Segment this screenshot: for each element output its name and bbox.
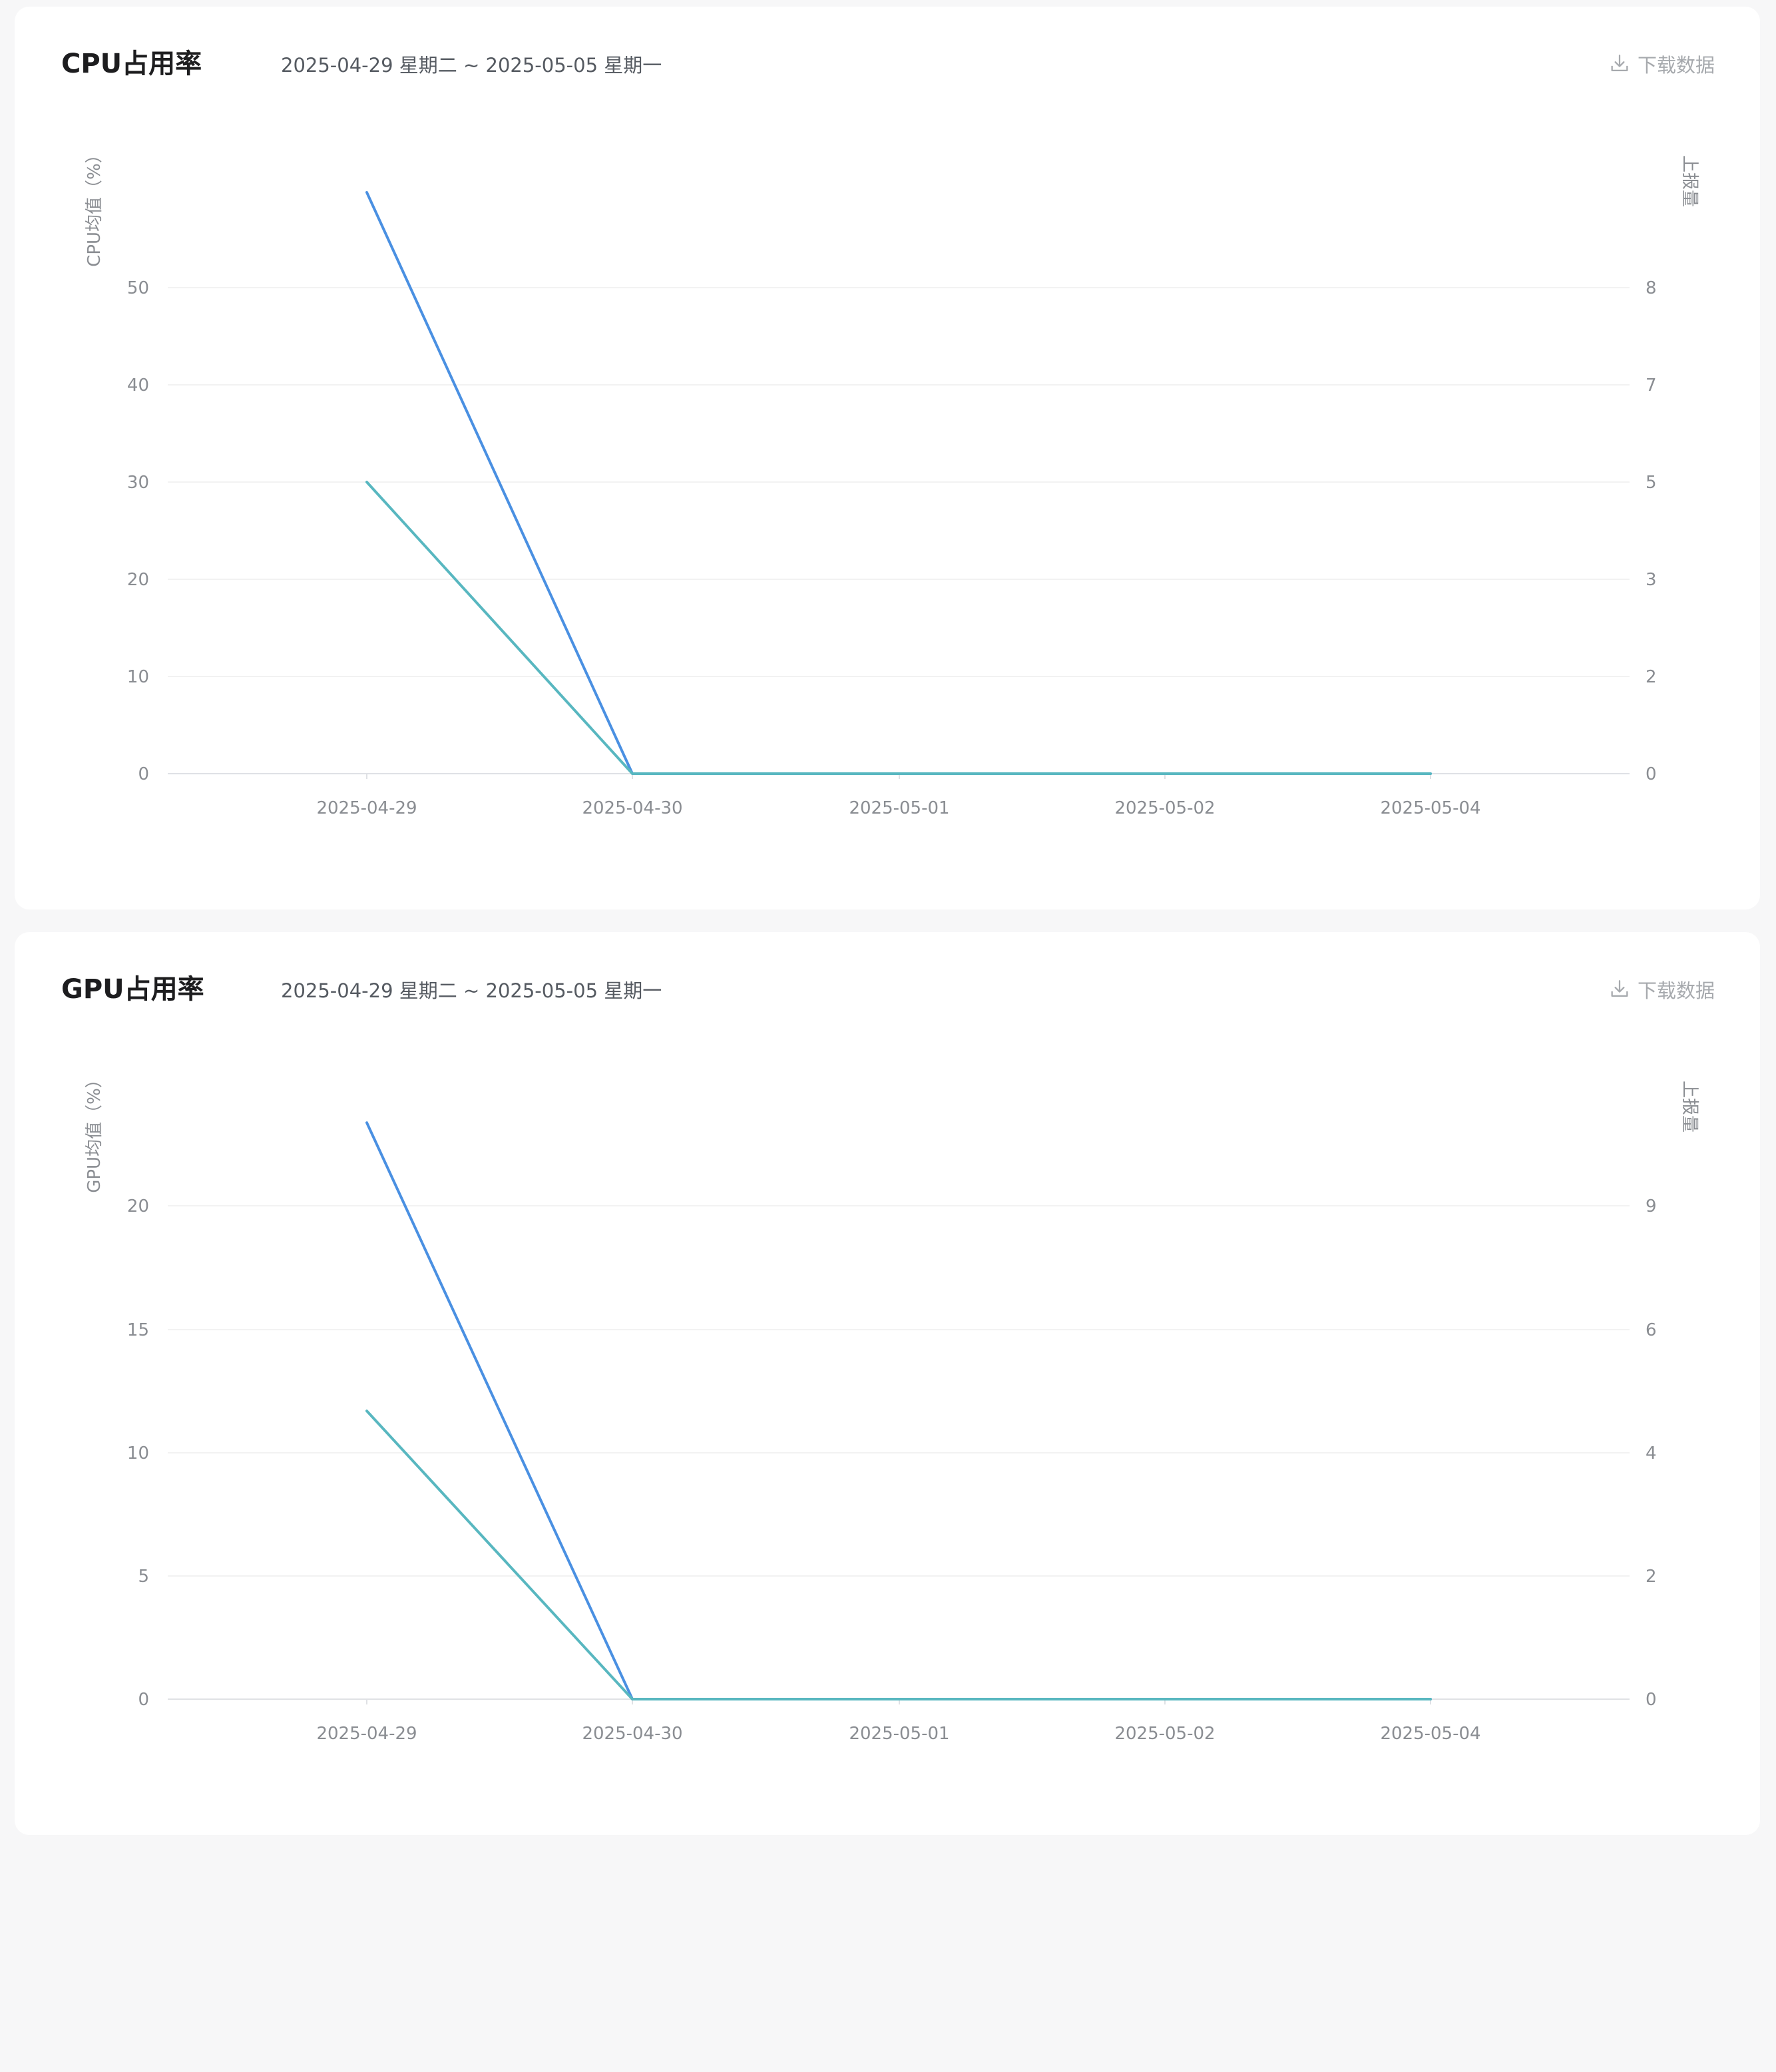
x-tick-label: 2025-05-02 — [1114, 1724, 1215, 1744]
y-left-tick-label: 0 — [138, 1690, 149, 1710]
x-tick-label: 2025-05-02 — [1114, 798, 1215, 818]
y-left-tick-label: 0 — [138, 764, 149, 784]
y-left-tick-label: 20 — [127, 1196, 149, 1216]
y-right-tick-label: 6 — [1646, 1320, 1657, 1340]
y-left-tick-label: 40 — [127, 376, 149, 395]
gpu-line-chart: 0 5 10 15 20 0 2 4 6 9 2025-04-29 2025-04-30 2025-05… — [85, 1071, 1699, 1744]
y-right-tick-label: 0 — [1646, 764, 1657, 784]
y-left-tick-label: 15 — [127, 1320, 149, 1340]
y-right-tick-label: 5 — [1646, 473, 1657, 493]
y-right-tick-label: 7 — [1646, 376, 1657, 395]
series-line-1 — [365, 1121, 1432, 1700]
y-left-tick-label: 50 — [127, 278, 149, 298]
y-left-tick-label: 30 — [127, 473, 149, 493]
y-right-tick-label: 2 — [1646, 1567, 1657, 1587]
x-tick-label: 2025-04-29 — [316, 1724, 417, 1744]
y-right-tick-label: 9 — [1646, 1196, 1657, 1216]
x-tick-label: 2025-04-29 — [316, 798, 417, 818]
y-right-tick-label: 8 — [1646, 278, 1657, 298]
series-line-1 — [365, 190, 1432, 775]
gpu-usage-card: GPU占用率 2025-04-29 星期二 ~ 2025-05-05 星期一 下… — [15, 932, 1760, 1835]
y-right-tick-label: 4 — [1646, 1443, 1657, 1463]
y-right-tick-label: 0 — [1646, 1690, 1657, 1710]
x-tick-label: 2025-04-30 — [582, 798, 682, 818]
y-left-tick-label: 10 — [127, 667, 149, 687]
y-right-axis-title: 上报量 — [1679, 155, 1699, 207]
y-right-tick-label: 3 — [1646, 570, 1657, 590]
y-left-tick-label: 5 — [138, 1567, 149, 1587]
y-right-axis-title: 上报量 — [1679, 1081, 1699, 1133]
cpu-usage-card: CPU占用率 2025-04-29 星期二 ~ 2025-05-05 星期一 下… — [15, 7, 1760, 909]
y-left-axis-title: GPU均值（%） — [85, 1071, 105, 1193]
x-tick-label: 2025-05-04 — [1380, 798, 1480, 818]
y-right-tick-label: 2 — [1646, 667, 1657, 687]
cpu-line-chart: 0 10 20 30 40 50 0 2 3 5 7 8 2025-04-29 2025-04-30 202… — [85, 146, 1699, 818]
series-line-2 — [365, 481, 1432, 775]
x-tick-label: 2025-05-01 — [849, 1724, 949, 1744]
series-line-2 — [365, 1410, 1432, 1700]
x-tick-label: 2025-05-01 — [849, 798, 949, 818]
y-left-axis-title: CPU均值（%） — [85, 146, 105, 267]
y-left-tick-label: 20 — [127, 570, 149, 590]
x-tick-label: 2025-05-04 — [1380, 1724, 1480, 1744]
y-left-tick-label: 10 — [127, 1443, 149, 1463]
x-tick-label: 2025-04-30 — [582, 1724, 682, 1744]
